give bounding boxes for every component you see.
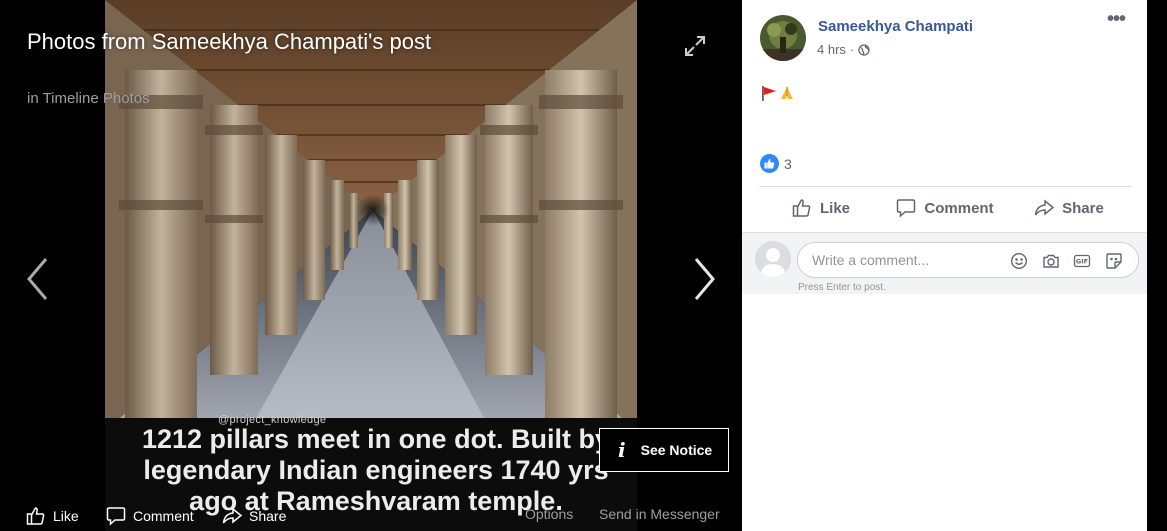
comment-input-box[interactable]: GIF: [797, 242, 1139, 278]
thumbs-up-icon: [26, 507, 45, 525]
viewer-action-bar: Like Comment Share Options Send in Messe…: [0, 500, 742, 531]
viewer-subtitle[interactable]: in Timeline Photos: [27, 90, 150, 107]
see-notice-button[interactable]: i See Notice: [599, 428, 729, 472]
meta-separator: ·: [849, 42, 855, 57]
sticker-icon[interactable]: [1105, 252, 1123, 270]
folded-hands-icon: [781, 86, 793, 99]
caption-line: 1212 pillars meet in one dot. Built by: [141, 424, 611, 454]
current-user-avatar: [755, 241, 791, 277]
like-button[interactable]: Like: [759, 190, 883, 226]
comment-icon: [897, 199, 916, 218]
viewer-like-label: Like: [53, 508, 79, 524]
photo-viewer: Photos from Sameekhya Champati's post in…: [0, 0, 742, 531]
viewer-like-button[interactable]: Like: [26, 506, 79, 526]
send-in-messenger-link[interactable]: Send in Messenger: [599, 506, 720, 522]
reaction-count: 3: [784, 155, 792, 172]
post-author-name[interactable]: Sameekhya Champati: [818, 18, 973, 35]
right-edge-background: [1147, 0, 1167, 531]
comment-label: Comment: [924, 199, 994, 217]
thumbs-up-icon: [792, 199, 811, 217]
viewer-options-link[interactable]: Options: [525, 506, 573, 522]
red-flag-icon: [762, 86, 776, 101]
comment-composer: GIF Press Enter to post.: [742, 232, 1147, 294]
globe-icon[interactable]: [858, 43, 870, 56]
see-notice-label: See Notice: [640, 442, 713, 458]
camera-icon[interactable]: [1042, 252, 1060, 270]
viewer-share-button[interactable]: Share: [222, 506, 286, 526]
previous-photo-chevron-left-icon[interactable]: [24, 255, 52, 303]
viewer-comment-label: Comment: [133, 508, 194, 524]
post-actions: Like Comment Share: [759, 190, 1131, 226]
share-icon: [1034, 199, 1055, 216]
svg-text:GIF: GIF: [1076, 258, 1088, 266]
post-body: [760, 84, 796, 102]
viewer-title: Photos from Sameekhya Champati's post: [27, 29, 432, 54]
gif-icon[interactable]: GIF: [1073, 252, 1091, 270]
expand-icon[interactable]: [683, 34, 707, 58]
author-avatar[interactable]: [760, 15, 806, 61]
comment-hint: Press Enter to post.: [798, 282, 886, 293]
comment-input[interactable]: [812, 252, 1002, 268]
comment-button[interactable]: Comment: [883, 190, 1007, 226]
share-button[interactable]: Share: [1007, 190, 1131, 226]
post-panel: Sameekhya Champati 4 hrs · ••• 3 Like Co…: [742, 0, 1147, 531]
divider: [759, 186, 1131, 187]
like-label: Like: [819, 199, 850, 217]
like-reaction-icon: [760, 154, 779, 173]
info-icon: i: [618, 438, 626, 462]
caption-line: legendary Indian engineers 1740 yrs: [143, 455, 609, 485]
post-meta: 4 hrs ·: [817, 42, 870, 57]
viewer-comment-button[interactable]: Comment: [106, 506, 194, 526]
post-timestamp[interactable]: 4 hrs: [817, 42, 846, 57]
emoji-icon[interactable]: [1010, 252, 1028, 270]
share-label: Share: [1062, 199, 1104, 217]
comment-icon: [106, 507, 126, 526]
reactions-summary[interactable]: 3: [760, 154, 792, 173]
share-icon: [222, 507, 242, 524]
viewer-share-label: Share: [249, 508, 287, 524]
more-options-icon[interactable]: •••: [1107, 9, 1131, 34]
next-photo-chevron-right-icon[interactable]: [690, 255, 718, 303]
